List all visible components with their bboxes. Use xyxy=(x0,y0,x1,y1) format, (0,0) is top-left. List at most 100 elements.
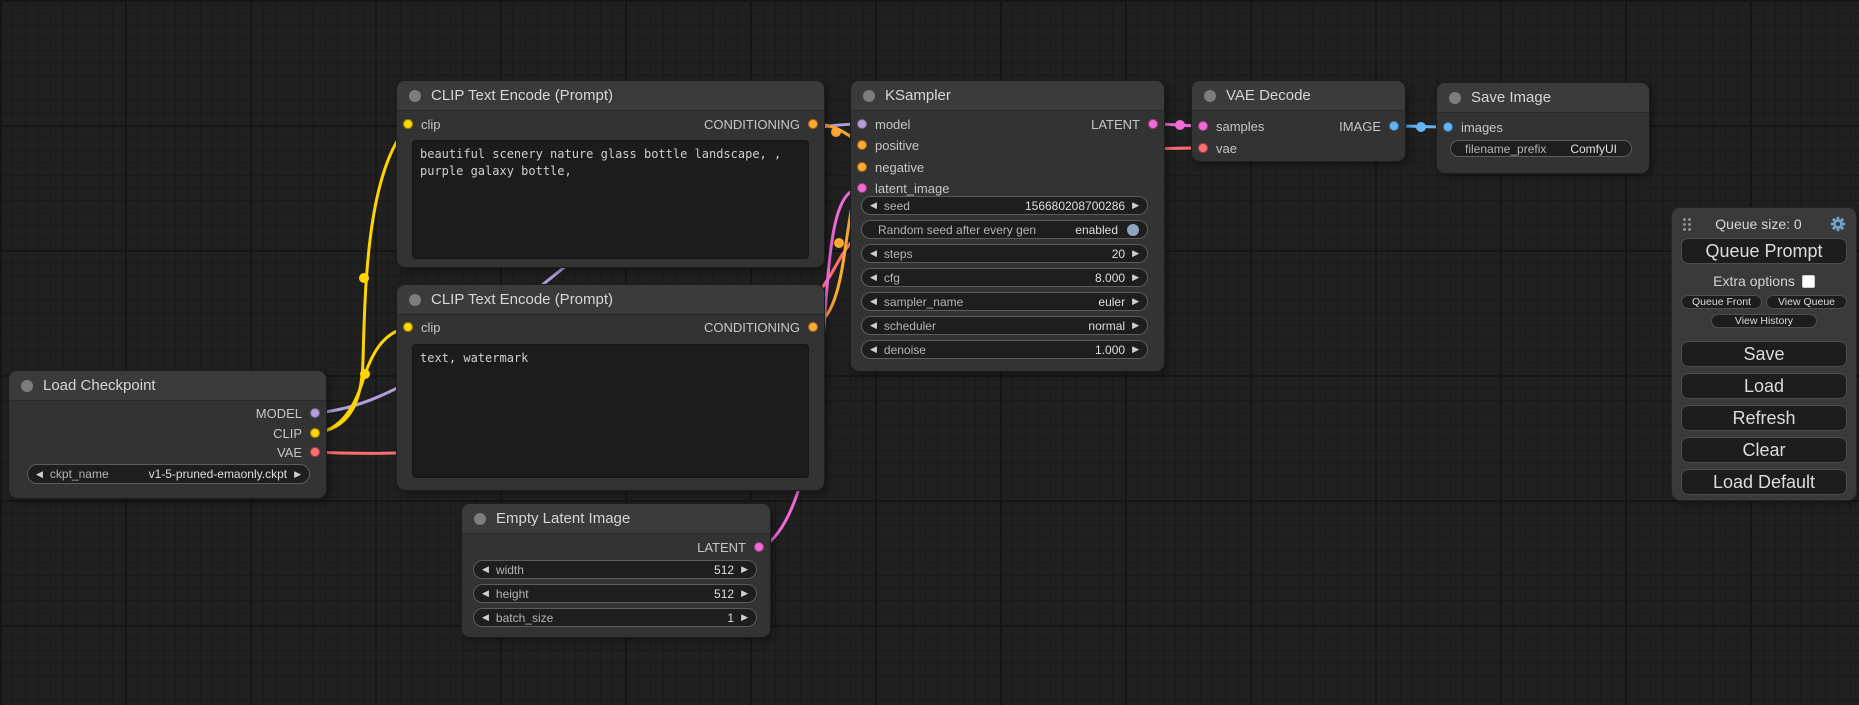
latent-slot-dot-icon[interactable] xyxy=(857,183,867,193)
node-load-checkpoint[interactable]: Load Checkpoint MODEL CLIP VAE ◀ ckpt_na… xyxy=(9,371,326,498)
collapse-dot-icon[interactable] xyxy=(21,380,33,392)
conditioning-slot-dot-icon[interactable] xyxy=(857,140,867,150)
collapse-dot-icon[interactable] xyxy=(863,90,875,102)
collapse-dot-icon[interactable] xyxy=(409,90,421,102)
collapse-dot-icon[interactable] xyxy=(1204,90,1216,102)
vae-slot-dot-icon[interactable] xyxy=(310,447,320,457)
node-empty-latent-image[interactable]: Empty Latent Image LATENT ◀ width 512 ▶ … xyxy=(462,504,770,637)
image-slot-dot-icon[interactable] xyxy=(1389,121,1399,131)
node-title-bar[interactable]: CLIP Text Encode (Prompt) xyxy=(397,81,824,111)
clip-slot-dot-icon[interactable] xyxy=(403,322,413,332)
input-slot-positive[interactable]: positive xyxy=(857,137,919,153)
node-clip-text-encode-positive[interactable]: CLIP Text Encode (Prompt) clip CONDITION… xyxy=(397,81,824,267)
prev-value-arrow-icon[interactable]: ◀ xyxy=(870,273,877,282)
width-widget[interactable]: ◀ width 512 ▶ xyxy=(473,560,757,579)
input-slot-latent-image[interactable]: latent_image xyxy=(857,180,949,196)
sampler-name-widget[interactable]: ◀ sampler_name euler ▶ xyxy=(861,292,1148,311)
model-slot-dot-icon[interactable] xyxy=(310,408,320,418)
latent-slot-dot-icon[interactable] xyxy=(1198,121,1208,131)
prev-value-arrow-icon[interactable]: ◀ xyxy=(482,565,489,574)
negative-prompt-textarea[interactable]: text, watermark xyxy=(412,344,809,478)
input-slot-clip[interactable]: clip xyxy=(403,116,441,132)
clip-slot-dot-icon[interactable] xyxy=(310,428,320,438)
output-slot-conditioning[interactable]: CONDITIONING xyxy=(704,116,818,132)
next-value-arrow-icon[interactable]: ▶ xyxy=(1132,345,1139,354)
node-ksampler[interactable]: KSampler model LATENT positive negative … xyxy=(851,81,1164,371)
next-value-arrow-icon[interactable]: ▶ xyxy=(1132,273,1139,282)
node-clip-text-encode-negative[interactable]: CLIP Text Encode (Prompt) clip CONDITION… xyxy=(397,285,824,490)
prev-value-arrow-icon[interactable]: ◀ xyxy=(482,613,489,622)
refresh-button[interactable]: Refresh xyxy=(1681,405,1847,431)
height-widget[interactable]: ◀ height 512 ▶ xyxy=(473,584,757,603)
next-value-arrow-icon[interactable]: ▶ xyxy=(741,589,748,598)
settings-gear-icon[interactable] xyxy=(1829,215,1847,233)
cfg-widget[interactable]: ◀ cfg 8.000 ▶ xyxy=(861,268,1148,287)
load-default-button[interactable]: Load Default xyxy=(1681,469,1847,495)
node-title-bar[interactable]: CLIP Text Encode (Prompt) xyxy=(397,285,824,315)
collapse-dot-icon[interactable] xyxy=(1449,92,1461,104)
next-value-arrow-icon[interactable]: ▶ xyxy=(741,613,748,622)
scheduler-widget[interactable]: ◀ scheduler normal ▶ xyxy=(861,316,1148,335)
prev-value-arrow-icon[interactable]: ◀ xyxy=(482,589,489,598)
prev-value-arrow-icon[interactable]: ◀ xyxy=(870,201,877,210)
node-title-bar[interactable]: VAE Decode xyxy=(1192,81,1405,111)
input-slot-model[interactable]: model xyxy=(857,116,910,132)
positive-prompt-textarea[interactable]: beautiful scenery nature glass bottle la… xyxy=(412,140,809,259)
prev-value-arrow-icon[interactable]: ◀ xyxy=(870,345,877,354)
next-value-arrow-icon[interactable]: ▶ xyxy=(741,565,748,574)
conditioning-slot-dot-icon[interactable] xyxy=(857,162,867,172)
prev-value-arrow-icon[interactable]: ◀ xyxy=(870,297,877,306)
output-slot-clip[interactable]: CLIP xyxy=(273,425,320,441)
latent-slot-dot-icon[interactable] xyxy=(1148,119,1158,129)
view-history-button[interactable]: View History xyxy=(1711,314,1817,328)
prev-value-arrow-icon[interactable]: ◀ xyxy=(870,249,877,258)
input-slot-vae[interactable]: vae xyxy=(1198,140,1237,156)
input-slot-clip[interactable]: clip xyxy=(403,319,441,335)
conditioning-slot-dot-icon[interactable] xyxy=(808,119,818,129)
next-value-arrow-icon[interactable]: ▶ xyxy=(294,470,301,479)
vae-slot-dot-icon[interactable] xyxy=(1198,143,1208,153)
denoise-widget[interactable]: ◀ denoise 1.000 ▶ xyxy=(861,340,1148,359)
save-button[interactable]: Save xyxy=(1681,341,1847,367)
latent-slot-dot-icon[interactable] xyxy=(754,542,764,552)
toggle-dot-icon[interactable] xyxy=(1127,224,1139,236)
prev-value-arrow-icon[interactable]: ◀ xyxy=(36,470,43,479)
node-title-bar[interactable]: Load Checkpoint xyxy=(9,371,326,401)
node-title-bar[interactable]: Save Image xyxy=(1437,83,1649,113)
steps-widget[interactable]: ◀ steps 20 ▶ xyxy=(861,244,1148,263)
output-slot-model[interactable]: MODEL xyxy=(256,405,320,421)
collapse-dot-icon[interactable] xyxy=(409,294,421,306)
extra-options-checkbox[interactable] xyxy=(1802,275,1815,288)
output-slot-latent[interactable]: LATENT xyxy=(697,539,764,555)
drag-handle-icon[interactable] xyxy=(1683,218,1686,221)
collapse-dot-icon[interactable] xyxy=(474,513,486,525)
random-seed-toggle-widget[interactable]: Random seed after every gen enabled xyxy=(861,220,1148,239)
input-slot-images[interactable]: images xyxy=(1443,119,1503,135)
batch-size-widget[interactable]: ◀ batch_size 1 ▶ xyxy=(473,608,757,627)
input-slot-samples[interactable]: samples xyxy=(1198,118,1264,134)
clip-slot-dot-icon[interactable] xyxy=(403,119,413,129)
input-slot-negative[interactable]: negative xyxy=(857,159,924,175)
prev-value-arrow-icon[interactable]: ◀ xyxy=(870,321,877,330)
output-slot-conditioning[interactable]: CONDITIONING xyxy=(704,319,818,335)
seed-widget[interactable]: ◀ seed 156680208700286 ▶ xyxy=(861,196,1148,215)
queue-front-button[interactable]: Queue Front xyxy=(1681,295,1762,309)
next-value-arrow-icon[interactable]: ▶ xyxy=(1132,297,1139,306)
image-slot-dot-icon[interactable] xyxy=(1443,122,1453,132)
view-queue-button[interactable]: View Queue xyxy=(1766,295,1847,309)
output-slot-latent[interactable]: LATENT xyxy=(1091,116,1158,132)
model-slot-dot-icon[interactable] xyxy=(857,119,867,129)
clear-button[interactable]: Clear xyxy=(1681,437,1847,463)
node-save-image[interactable]: Save Image images filename_prefix ComfyU… xyxy=(1437,83,1649,173)
output-slot-vae[interactable]: VAE xyxy=(277,444,320,460)
ckpt-name-widget[interactable]: ◀ ckpt_name v1-5-pruned-emaonly.ckpt ▶ xyxy=(27,464,310,484)
node-vae-decode[interactable]: VAE Decode samples IMAGE vae xyxy=(1192,81,1405,161)
node-title-bar[interactable]: KSampler xyxy=(851,81,1164,111)
filename-prefix-widget[interactable]: filename_prefix ComfyUI xyxy=(1450,140,1632,157)
output-slot-image[interactable]: IMAGE xyxy=(1339,118,1399,134)
conditioning-slot-dot-icon[interactable] xyxy=(808,322,818,332)
next-value-arrow-icon[interactable]: ▶ xyxy=(1132,321,1139,330)
load-button[interactable]: Load xyxy=(1681,373,1847,399)
next-value-arrow-icon[interactable]: ▶ xyxy=(1132,249,1139,258)
next-value-arrow-icon[interactable]: ▶ xyxy=(1132,201,1139,210)
